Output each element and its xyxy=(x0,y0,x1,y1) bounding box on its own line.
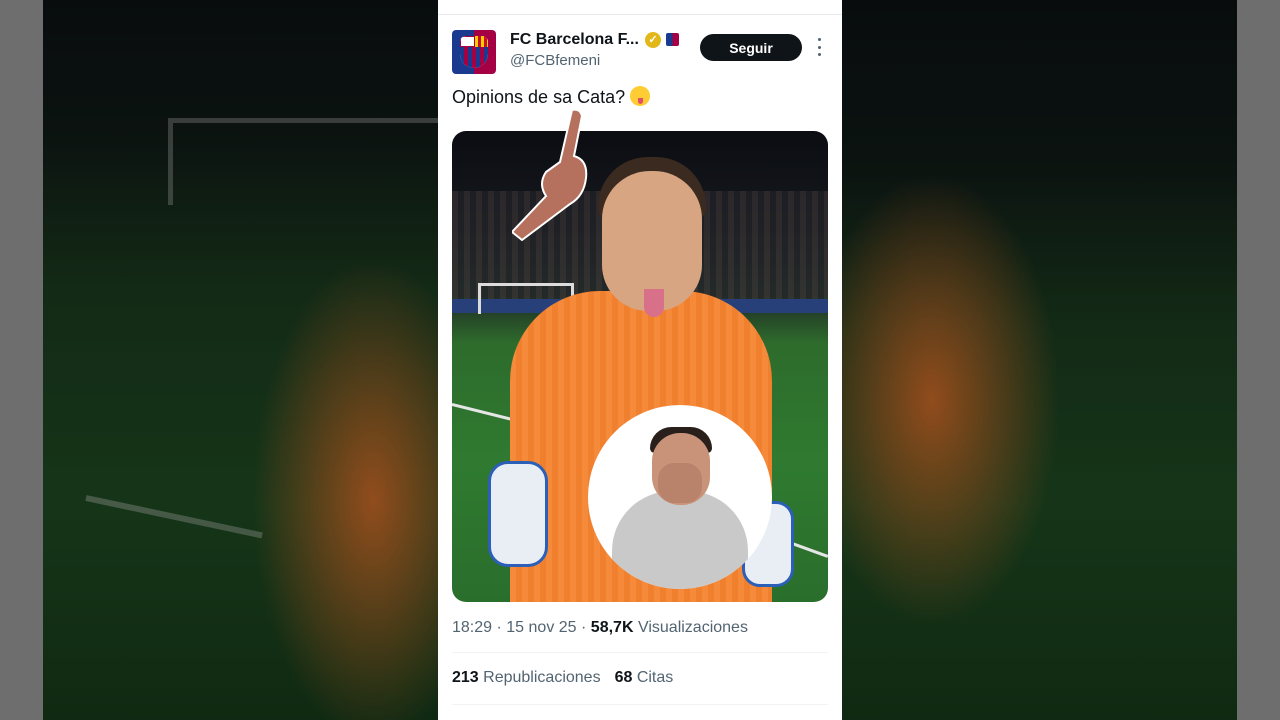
player-tongue xyxy=(644,289,664,317)
backdrop-right xyxy=(842,0,1237,720)
right-letterbox xyxy=(1237,0,1280,720)
left-letterbox xyxy=(0,0,43,720)
tweet-time[interactable]: 18:29 xyxy=(452,619,492,636)
reposts-count: 213 xyxy=(452,669,479,686)
bottom-divider xyxy=(452,704,828,705)
affiliate-badge-icon xyxy=(666,33,679,46)
tweet-meta: 18:29 · 15 nov 25 · 58,7K Visualizacione… xyxy=(452,619,748,637)
quotes-count: 68 xyxy=(614,669,633,686)
reaction-inset xyxy=(588,405,772,589)
fcb-crest-icon xyxy=(460,36,488,68)
backdrop-pitch-line xyxy=(85,495,263,539)
inset-body xyxy=(612,491,748,589)
more-options-icon[interactable] xyxy=(815,38,823,56)
meta-separator: · xyxy=(496,619,502,636)
glove-left-icon xyxy=(488,461,548,567)
reposts-label: Republicaciones xyxy=(483,669,601,686)
tweet-date[interactable]: 15 nov 25 xyxy=(506,619,576,636)
follow-button[interactable]: Seguir xyxy=(700,34,802,61)
views-label: Visualizaciones xyxy=(637,619,748,636)
tweet-stats: 213 Republicaciones 68 Citas xyxy=(452,669,673,687)
tweet-card: FC Barcelona F... ✓ @FCBfemeni Seguir Op… xyxy=(438,0,842,720)
winking-tongue-emoji-icon xyxy=(630,86,651,106)
facepalm-hand-icon xyxy=(658,463,702,503)
quotes-link[interactable]: 68 Citas xyxy=(615,669,674,686)
backdrop-left xyxy=(43,0,438,720)
pointing-hand-icon xyxy=(512,108,588,242)
backdrop-goal xyxy=(168,118,438,205)
views-count: 58,7K xyxy=(590,619,634,636)
stats-divider xyxy=(452,652,828,653)
author-avatar[interactable] xyxy=(452,30,496,74)
author-handle[interactable]: @FCBfemeni xyxy=(510,52,600,69)
verified-badge-icon: ✓ xyxy=(645,32,661,48)
reposts-link[interactable]: 213 Republicaciones xyxy=(452,669,601,686)
tweet-media-image[interactable] xyxy=(452,131,828,602)
meta-separator: · xyxy=(581,619,587,636)
author-name[interactable]: FC Barcelona F... xyxy=(510,31,639,49)
quotes-label: Citas xyxy=(636,669,674,686)
top-divider xyxy=(438,14,842,15)
pitch-line xyxy=(452,403,511,421)
